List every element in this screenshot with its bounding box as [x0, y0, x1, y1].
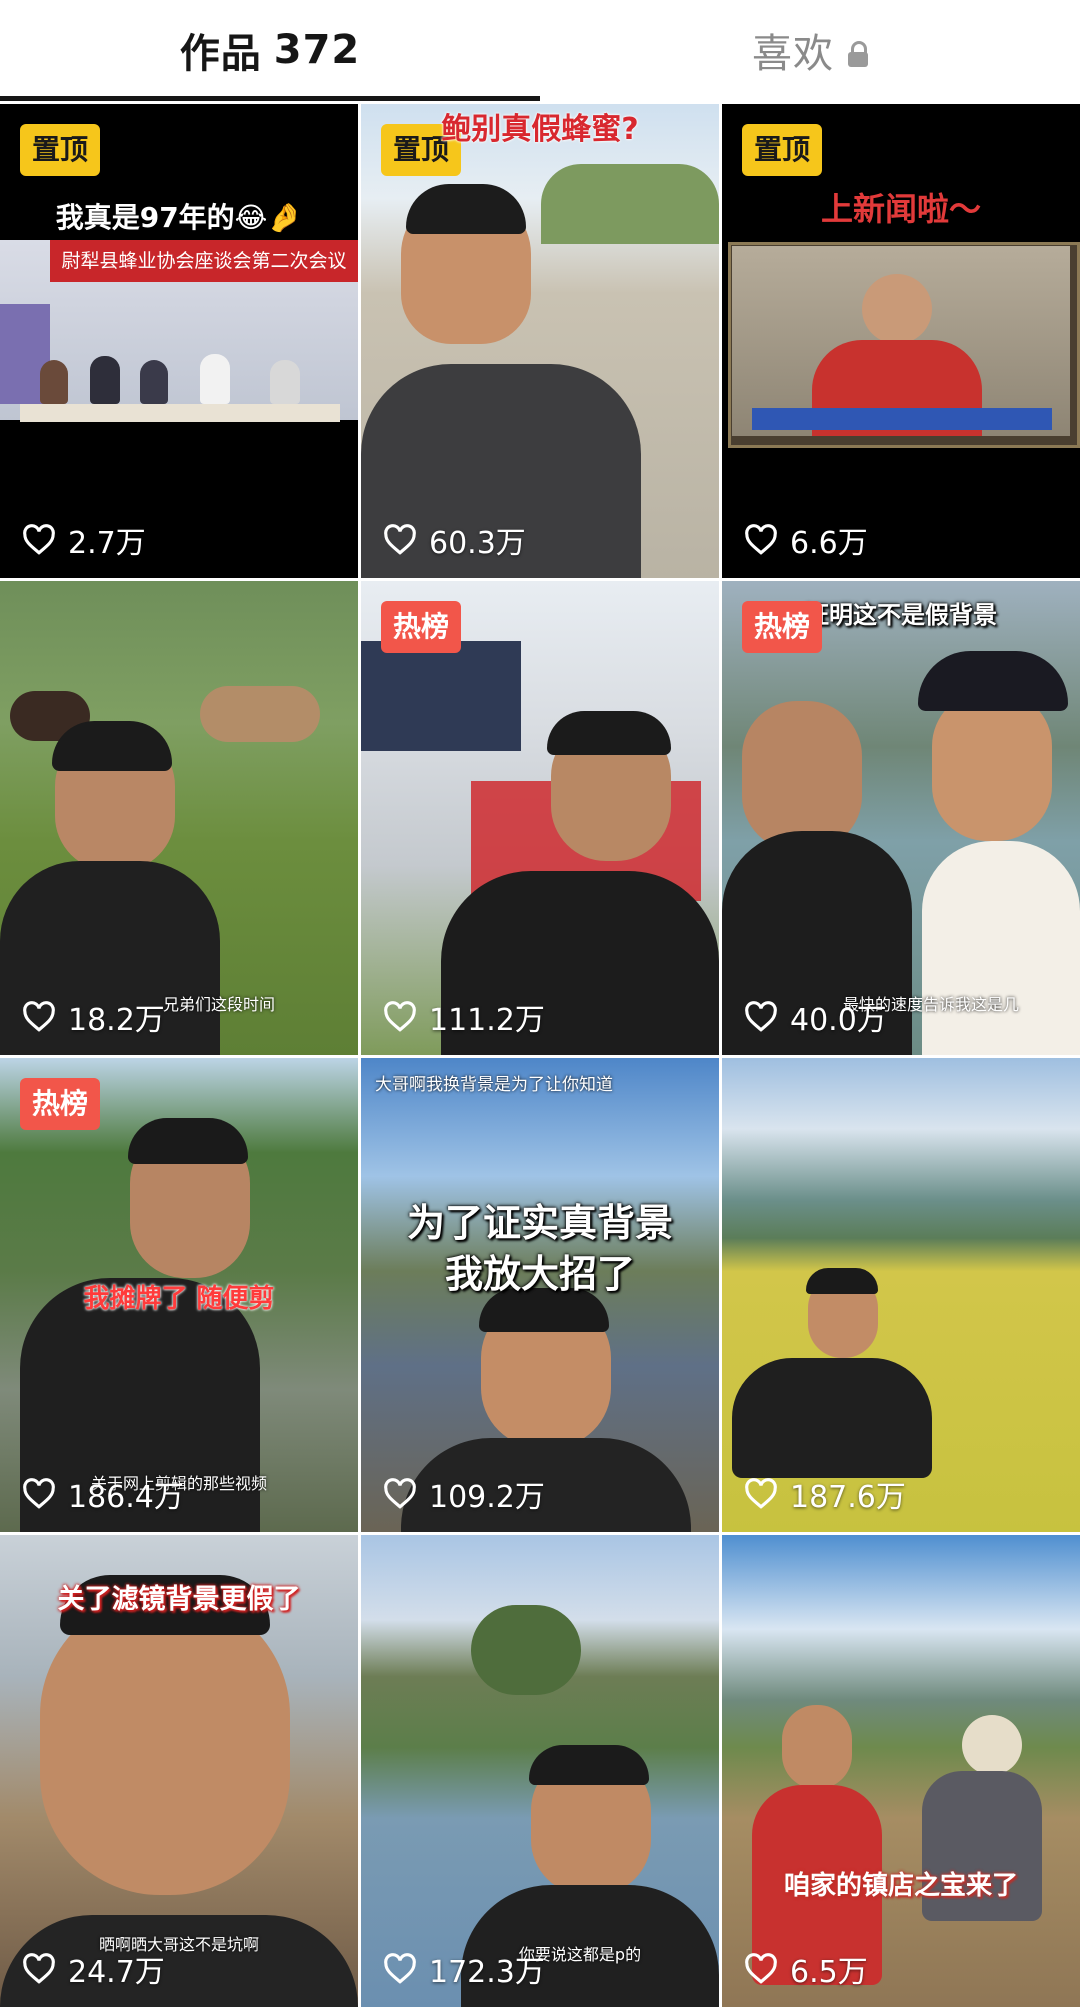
video-overlay-text: 我真是97年的😂🤌: [55, 201, 303, 234]
video-tile[interactable]: 置顶 鲍别真假蜂蜜? 60.3万: [361, 104, 719, 578]
like-count-value: 6.5万: [790, 1955, 868, 1990]
tab-bar: 作品 372 喜欢: [0, 0, 1080, 104]
heart-icon: [23, 1478, 55, 1509]
pinned-badge: 置顶: [742, 124, 823, 176]
tab-works[interactable]: 作品 372: [0, 0, 540, 100]
video-grid: 尉犁县蜂业协会座谈会第二次会议 置顶 我真是97年的😂🤌 2.7万 置顶 鲍别真…: [0, 104, 1080, 2007]
video-tile[interactable]: 187.6万: [722, 1058, 1080, 1532]
like-count-value: 24.7万: [68, 1955, 165, 1990]
video-overlay-text: 上新闻啦～: [820, 190, 981, 228]
video-tile[interactable]: 置顶 上新闻啦～ 6.6万: [722, 104, 1080, 578]
video-tile[interactable]: 咱家的镇店之宝来了 6.5万: [722, 1535, 1080, 2007]
video-tile[interactable]: 你要说这都是p的 172.3万: [361, 1535, 719, 2007]
meeting-banner: 尉犁县蜂业协会座谈会第二次会议: [61, 250, 347, 272]
video-tile[interactable]: 热榜 我摊牌了 随便剪 关于网上剪辑的那些视频 186.4万: [0, 1058, 358, 1532]
video-overlay-text: 鲍别真假蜂蜜?: [441, 112, 639, 147]
video-overlay-text: 关了滤镜背景更假了: [57, 1584, 301, 1615]
like-count-value: 18.2万: [68, 1003, 165, 1038]
like-count: 187.6万: [744, 1472, 906, 1516]
heart-icon: [384, 1478, 416, 1509]
video-tile[interactable]: 热榜 111.2万: [361, 581, 719, 1055]
tab-likes-label: 喜欢: [752, 31, 834, 77]
like-count-value: 60.3万: [429, 526, 526, 561]
like-count-value: 187.6万: [790, 1480, 906, 1515]
tab-likes[interactable]: 喜欢: [540, 0, 1080, 100]
video-tile[interactable]: 尉犁县蜂业协会座谈会第二次会议 置顶 我真是97年的😂🤌 2.7万: [0, 104, 358, 578]
like-count: 186.4万: [22, 1472, 184, 1516]
pinned-badge: 置顶: [20, 124, 101, 176]
like-count: 18.2万: [22, 995, 165, 1039]
video-overlay-text: 咱家的镇店之宝来了: [783, 1871, 1018, 1901]
like-count: 109.2万: [383, 1472, 545, 1516]
video-tile[interactable]: 大哥啊我换背景是为了让你知道 为了证实真背景 我放大招了 109.2万: [361, 1058, 719, 1532]
video-tile[interactable]: 证明这不是假背景 热榜 最快的速度告诉我这是几 40.0万: [722, 581, 1080, 1055]
like-count-value: 109.2万: [429, 1480, 545, 1515]
like-count-value: 2.7万: [68, 526, 146, 561]
video-overlay-text: 为了证实真背景 我放大招了: [406, 1201, 673, 1297]
heart-icon: [745, 524, 777, 555]
heart-icon: [384, 1953, 416, 1984]
heart-icon: [745, 1953, 777, 1984]
like-count: 111.2万: [383, 995, 545, 1039]
video-top-caption: 大哥啊我换背景是为了让你知道: [375, 1075, 613, 1095]
tab-works-count: 372: [273, 27, 361, 73]
tab-works-label: 作品: [179, 31, 262, 77]
hot-badge: 热榜: [20, 1078, 101, 1130]
like-count: 6.5万: [744, 1947, 868, 1991]
lock-icon: [848, 41, 868, 67]
video-tile[interactable]: 关了滤镜背景更假了 晒啊晒大哥这不是坑啊 24.7万: [0, 1535, 358, 2007]
hot-badge: 热榜: [742, 601, 823, 653]
heart-icon: [23, 1001, 55, 1032]
like-count: 172.3万: [383, 1947, 545, 1991]
like-count-value: 186.4万: [68, 1480, 184, 1515]
like-count: 40.0万: [744, 995, 887, 1039]
like-count-value: 172.3万: [429, 1955, 545, 1990]
heart-icon: [745, 1478, 777, 1509]
like-count-value: 6.6万: [790, 526, 868, 561]
like-count: 24.7万: [22, 1947, 165, 1991]
heart-icon: [23, 524, 55, 555]
like-count: 6.6万: [744, 518, 868, 562]
video-overlay-text: 我摊牌了 随便剪: [83, 1284, 275, 1314]
video-tile[interactable]: 兄弟们这段时间 18.2万: [0, 581, 358, 1055]
heart-icon: [384, 1001, 416, 1032]
heart-icon: [384, 524, 416, 555]
hot-badge: 热榜: [381, 601, 462, 653]
like-count-value: 40.0万: [790, 1003, 887, 1038]
heart-icon: [23, 1953, 55, 1984]
tab-active-indicator: [0, 96, 540, 101]
heart-icon: [745, 1001, 777, 1032]
like-count: 60.3万: [383, 518, 526, 562]
like-count-value: 111.2万: [429, 1003, 545, 1038]
like-count: 2.7万: [22, 518, 146, 562]
